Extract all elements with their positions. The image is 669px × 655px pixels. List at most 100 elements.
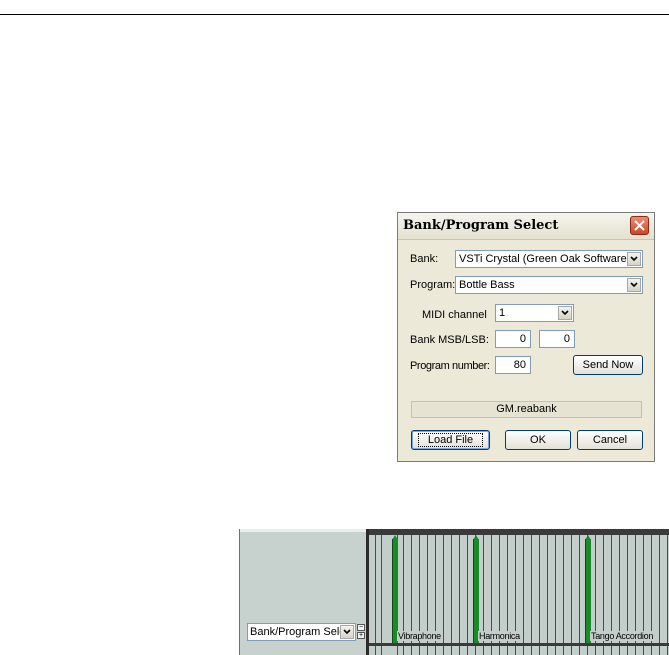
grid-line (419, 535, 420, 643)
grid-line (381, 535, 382, 643)
chevron-down-icon (561, 310, 569, 316)
grid-tick (563, 646, 564, 655)
grid-line (579, 535, 580, 643)
grid-line (483, 535, 484, 643)
cc-event-bar[interactable] (585, 539, 591, 643)
grid-tick (611, 646, 612, 655)
grid-line (403, 535, 404, 643)
grid-tick (659, 646, 660, 655)
chevron-down-icon (343, 629, 351, 635)
cc-lane-selector[interactable]: Bank/Program Sele (247, 623, 356, 641)
grid-line (531, 535, 532, 643)
send-now-button[interactable]: Send Now (573, 355, 643, 375)
lane-bottom-border (369, 643, 669, 646)
grid-tick (579, 646, 580, 655)
midi-channel-dropdown-arrow[interactable] (558, 306, 572, 320)
bank-select[interactable]: VSTi Crystal (Green Oak Software) (455, 250, 643, 268)
grid-tick (403, 646, 404, 655)
grid-tick (467, 646, 468, 655)
grid-line (635, 535, 636, 643)
dialog-titlebar[interactable]: Bank/Program Select (398, 213, 654, 240)
bank-msb-input[interactable]: 0 (495, 330, 531, 348)
grid-tick (483, 646, 484, 655)
cc-lane-header: Bank/Program Sele − + (239, 529, 367, 655)
grid-tick (443, 646, 444, 655)
program-select[interactable]: Bottle Bass (455, 276, 643, 294)
program-number-input[interactable]: 80 (495, 356, 531, 374)
grid-line (523, 535, 524, 643)
load-file-label: Load File (418, 433, 483, 447)
grid-line (603, 535, 604, 643)
grid-tick (539, 646, 540, 655)
cc-event-bar[interactable] (473, 539, 479, 643)
grid-line (555, 535, 556, 643)
grid-line (571, 535, 572, 643)
grid-tick (667, 646, 668, 655)
grid-tick (459, 646, 460, 655)
grid-line (435, 535, 436, 643)
grid-line (451, 535, 452, 643)
cc-event-label: Vibraphone (397, 631, 442, 641)
grid-line (611, 535, 612, 643)
cc-lane-dropdown-arrow[interactable] (340, 625, 354, 639)
bank-select-value: VSTi Crystal (Green Oak Software) (459, 253, 631, 265)
bank-msb-lsb-label: Bank MSB/LSB: (410, 334, 489, 346)
grid-line (499, 535, 500, 643)
grid-line (467, 535, 468, 643)
bank-program-dialog: Bank/Program Select Bank: VSTi Crystal (… (397, 212, 655, 462)
grid-tick (419, 646, 420, 655)
grid-tick (515, 646, 516, 655)
grid-tick (491, 646, 492, 655)
grid-tick (499, 646, 500, 655)
grid-line (507, 535, 508, 643)
grid-tick (595, 646, 596, 655)
midi-channel-select[interactable]: 1 (495, 304, 574, 322)
dialog-title: Bank/Program Select (403, 218, 559, 233)
grid-line (539, 535, 540, 643)
grid-line (563, 535, 564, 643)
grid-tick (619, 646, 620, 655)
grid-line (491, 535, 492, 643)
lane-header-highlight (240, 529, 367, 532)
grid-tick (375, 646, 376, 655)
ok-button[interactable]: OK (505, 430, 571, 450)
grid-line (659, 535, 660, 643)
grid-line (595, 535, 596, 643)
grid-line (411, 535, 412, 643)
grid-line (627, 535, 628, 643)
bank-lsb-input[interactable]: 0 (539, 330, 575, 348)
grid-tick (643, 646, 644, 655)
lane-top-border (369, 529, 669, 535)
grid-tick (547, 646, 548, 655)
grid-line (619, 535, 620, 643)
load-file-button[interactable]: Load File (411, 430, 490, 450)
grid-tick (435, 646, 436, 655)
grid-tick (571, 646, 572, 655)
chevron-down-icon (630, 282, 638, 288)
grid-tick (555, 646, 556, 655)
program-label: Program: (410, 279, 456, 291)
grid-line (643, 535, 644, 643)
cc-event-bar[interactable] (392, 539, 398, 643)
program-dropdown-arrow[interactable] (627, 278, 641, 292)
grid-line (515, 535, 516, 643)
grid-tick (523, 646, 524, 655)
cancel-button[interactable]: Cancel (577, 430, 643, 450)
grid-line (667, 535, 668, 643)
grid-line (459, 535, 460, 643)
grid-line (547, 535, 548, 643)
bank-file-name: GM.reabank (411, 401, 642, 418)
chevron-down-icon (630, 256, 638, 262)
grid-tick (475, 646, 476, 655)
lane-minus-button[interactable]: − (357, 624, 365, 631)
grid-tick (587, 646, 588, 655)
program-number-label: Program number: (410, 360, 490, 372)
top-rule (0, 14, 669, 15)
cc-lane[interactable]: Vibraphone Harmonica Tango Accordion (366, 529, 669, 655)
grid-tick (531, 646, 532, 655)
bank-dropdown-arrow[interactable] (627, 252, 641, 266)
midi-channel-label: MIDI channel (422, 309, 487, 321)
lane-plus-button[interactable]: + (357, 632, 365, 639)
close-button[interactable] (630, 216, 649, 235)
grid-line (443, 535, 444, 643)
